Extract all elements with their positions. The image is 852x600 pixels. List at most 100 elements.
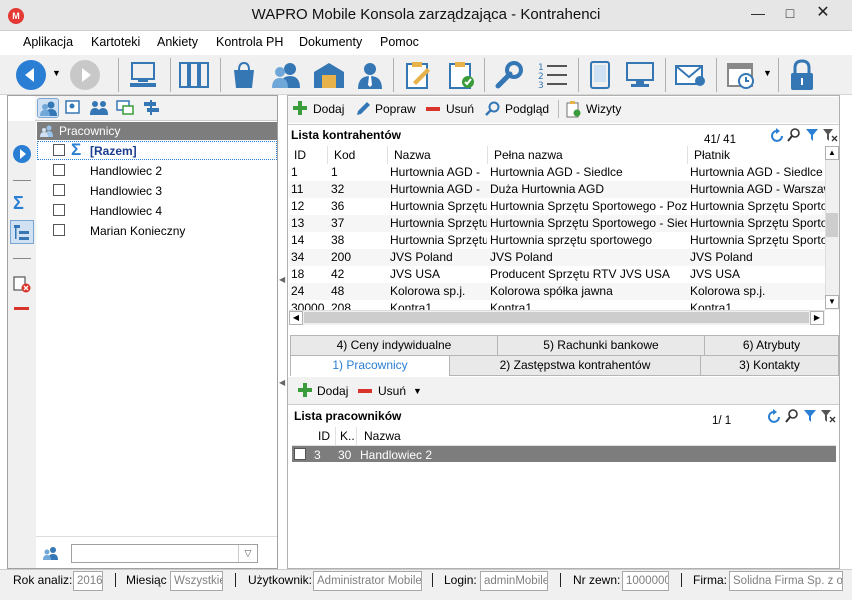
tree-item-label[interactable]: Handlowiec 3 <box>90 184 162 198</box>
tree-item-label[interactable]: Marian Konieczny <box>90 224 185 238</box>
play-icon[interactable] <box>13 145 31 163</box>
splitter-left-arrow-icon[interactable]: ◀ <box>279 275 285 284</box>
forward-icon[interactable] <box>70 60 100 90</box>
sum-icon[interactable]: Σ <box>13 193 24 214</box>
window-title: WAPRO Mobile Konsola zarządzająca - Kont… <box>251 6 601 23</box>
employees-tab-icon[interactable] <box>37 98 59 118</box>
filter-icon[interactable] <box>803 409 817 423</box>
delete-dropdown-icon[interactable]: ▼ <box>413 386 422 396</box>
refresh-icon[interactable] <box>769 128 785 144</box>
signpost-icon[interactable] <box>141 98 163 118</box>
tree-item-checkbox[interactable] <box>53 164 65 176</box>
search-icon[interactable] <box>787 128 801 142</box>
calendar-clock-icon[interactable] <box>726 60 758 90</box>
filter-icon[interactable] <box>805 128 819 142</box>
row-payer-cell: JVS USA <box>690 267 741 281</box>
column-header-id[interactable]: ID <box>318 429 330 443</box>
scroll-up-icon[interactable]: ▲ <box>825 146 839 160</box>
refresh-icon[interactable] <box>766 409 782 425</box>
user-label: Użytkownik: <box>248 573 313 587</box>
menu-aplikacja[interactable]: Aplikacja <box>23 35 73 49</box>
contractor-card-icon[interactable] <box>63 98 85 118</box>
delete-employee-button[interactable]: Usuń <box>378 384 406 398</box>
column-header-nazwa[interactable]: Nazwa <box>394 148 431 162</box>
back-icon[interactable] <box>16 60 46 90</box>
row-checkbox[interactable] <box>294 448 306 460</box>
terminal-icon[interactable] <box>128 60 162 90</box>
computer-icon[interactable] <box>624 60 658 90</box>
row-fullname-cell: Duża Hurtownia AGD <box>490 182 605 196</box>
tab-zastepstwa-kontrahentow[interactable]: 2) Zastępstwa kontrahentów <box>449 355 701 376</box>
tab-kontakty[interactable]: 3) Kontakty <box>700 355 839 376</box>
column-header-pelna-nazwa[interactable]: Pełna nazwa <box>494 148 563 162</box>
tree-item-checkbox[interactable] <box>53 144 65 156</box>
tree-item-checkbox[interactable] <box>53 204 65 216</box>
tree-item-checkbox[interactable] <box>53 224 65 236</box>
login-label: Login: <box>444 573 477 587</box>
tab-pracownicy[interactable]: 1) Pracownicy <box>290 355 450 376</box>
tab-ceny-indywidualne[interactable]: 4) Ceny indywidualne <box>290 335 498 356</box>
wrench-icon[interactable] <box>494 60 524 90</box>
row-name-cell: Hurtownia AGD - <box>390 165 481 179</box>
clear-filter-icon[interactable] <box>822 128 838 142</box>
menu-dokumenty[interactable]: Dokumenty <box>299 35 362 49</box>
column-header-nazwa[interactable]: Nazwa <box>364 429 401 443</box>
menu-kontrola-ph[interactable]: Kontrola PH <box>216 35 283 49</box>
tree-item-checkbox[interactable] <box>53 184 65 196</box>
employee-filter-input[interactable] <box>71 544 258 563</box>
column-header-kod[interactable]: Kod <box>334 148 355 162</box>
visits-button[interactable]: Wizyty <box>586 102 621 116</box>
mail-user-icon[interactable] <box>674 60 708 90</box>
side-separator <box>13 180 31 181</box>
users-icon[interactable] <box>270 60 302 90</box>
tab-rachunki-bankowe[interactable]: 5) Rachunki bankowe <box>497 335 705 356</box>
pencil-icon <box>355 101 371 117</box>
scroll-thumb[interactable] <box>826 213 838 237</box>
ext-number-field: 1000000 <box>622 571 669 591</box>
mobile-device-icon[interactable] <box>587 60 613 90</box>
delete-button[interactable]: Usuń <box>446 102 474 116</box>
menu-kartoteki[interactable]: Kartoteki <box>91 35 140 49</box>
hscroll-thumb[interactable] <box>304 312 809 323</box>
clear-filter-icon[interactable] <box>820 409 836 423</box>
minimize-icon[interactable]: — <box>743 2 773 24</box>
add-employee-button[interactable]: Dodaj <box>317 384 348 398</box>
scroll-right-icon[interactable]: ▶ <box>810 311 824 325</box>
splitter-left-arrow-icon[interactable]: ◀ <box>279 378 285 387</box>
region-map-icon[interactable] <box>115 98 137 118</box>
add-button[interactable]: Dodaj <box>313 102 344 116</box>
tree-view-icon[interactable] <box>10 220 34 244</box>
column-header-kod[interactable]: K.. <box>340 429 355 443</box>
tree-item-label[interactable]: Handlowiec 4 <box>90 204 162 218</box>
lock-icon[interactable] <box>787 58 817 92</box>
remove-icon[interactable] <box>14 307 29 310</box>
column-header-id[interactable]: ID <box>294 148 306 162</box>
toolbar-separator <box>716 58 717 92</box>
close-icon[interactable]: ✕ <box>808 2 838 24</box>
clipboard-check-icon[interactable] <box>446 60 476 90</box>
numbered-list-icon[interactable]: 123 <box>537 60 569 91</box>
column-header-platnik[interactable]: Płatnik <box>694 148 730 162</box>
search-icon[interactable] <box>785 409 799 423</box>
tree-item-label[interactable]: Handlowiec 2 <box>90 164 162 178</box>
calendar-dropdown-icon[interactable]: ▼ <box>763 68 772 78</box>
preview-button[interactable]: Podgląd <box>505 102 549 116</box>
binders-icon[interactable] <box>178 60 212 90</box>
back-dropdown-icon[interactable]: ▼ <box>52 68 61 78</box>
row-code-cell: 48 <box>331 284 345 298</box>
filter-dropdown-icon[interactable]: ▽ <box>238 545 257 562</box>
menu-pomoc[interactable]: Pomoc <box>380 35 419 49</box>
status-separator <box>681 573 682 587</box>
user-tie-icon[interactable] <box>355 60 385 90</box>
tab-atrybuty[interactable]: 6) Atrybuty <box>704 335 839 356</box>
checklist-delete-icon[interactable] <box>13 275 31 293</box>
warehouse-icon[interactable] <box>312 60 346 90</box>
shopping-bag-icon[interactable] <box>229 60 259 90</box>
edit-button[interactable]: Popraw <box>375 102 416 116</box>
scroll-down-icon[interactable]: ▼ <box>825 295 839 309</box>
clipboard-edit-icon[interactable] <box>403 60 433 90</box>
scroll-left-icon[interactable]: ◀ <box>289 311 303 325</box>
maximize-icon[interactable]: □ <box>775 2 805 24</box>
menu-ankiety[interactable]: Ankiety <box>157 35 198 49</box>
groups-icon[interactable] <box>89 98 111 118</box>
